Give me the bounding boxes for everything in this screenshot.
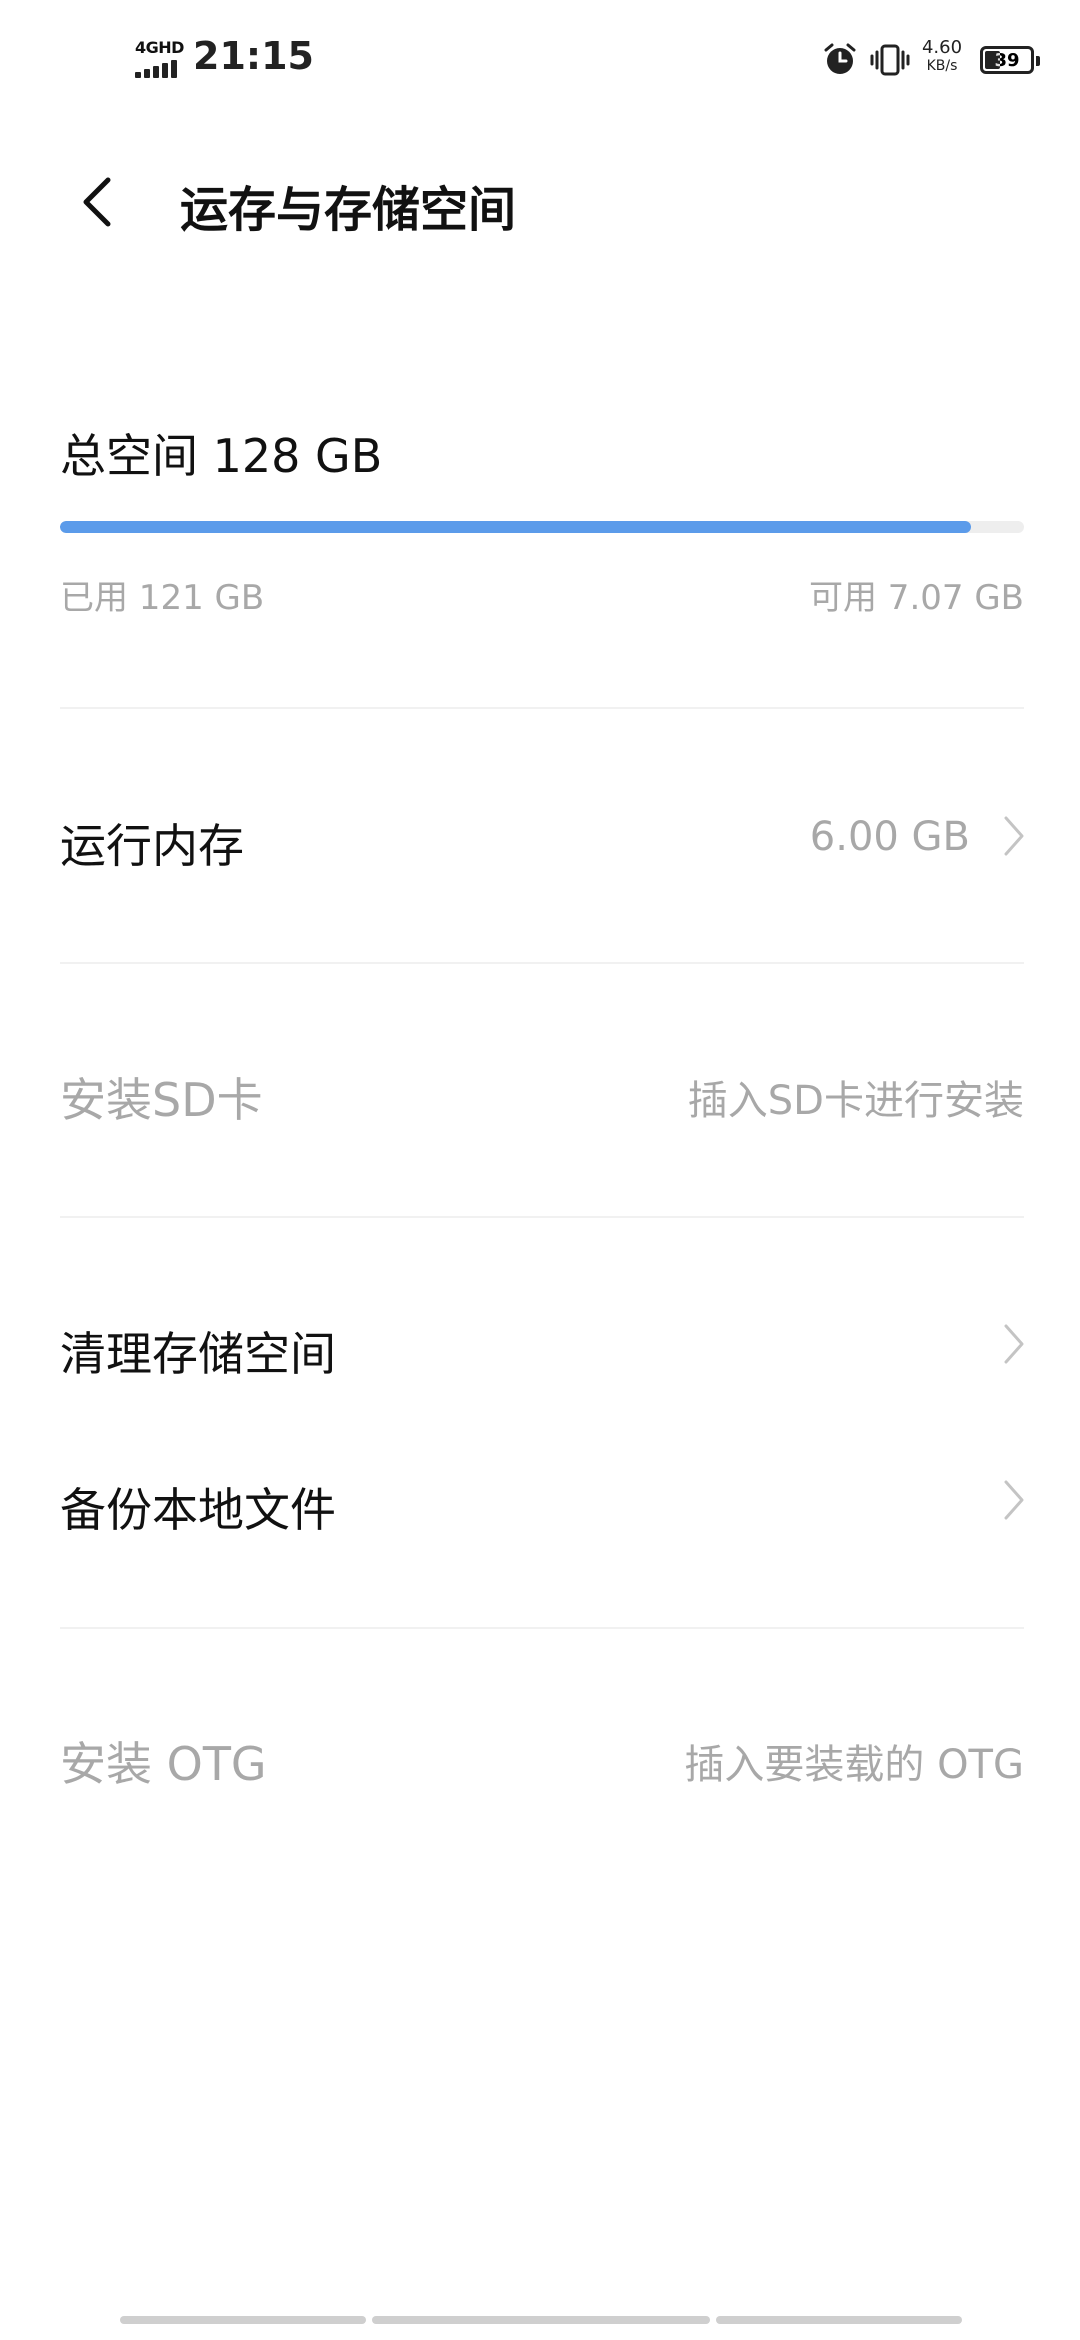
- install-sd-card-hint: 插入SD卡进行安装: [687, 1078, 1024, 1124]
- ram-label: 运行内存: [60, 819, 244, 873]
- nav-segment-right[interactable]: [716, 2316, 962, 2324]
- total-storage-label: 总空间 128 GB: [60, 429, 383, 483]
- backup-local-files-row[interactable]: 备份本地文件: [0, 1446, 1080, 1556]
- alarm-icon: [824, 43, 856, 74]
- signal-bars: [135, 60, 187, 78]
- nav-segment-center[interactable]: [372, 2316, 710, 2324]
- install-sd-card-row: 安装SD卡 插入SD卡进行安装: [0, 1036, 1080, 1146]
- network-speed-unit: KB/s: [926, 58, 958, 74]
- vibrate-icon: [870, 44, 910, 76]
- page-title: 运存与存储空间: [180, 182, 517, 238]
- chevron-right-icon: [1004, 1324, 1024, 1364]
- network-type-label: 4GHD: [135, 38, 184, 57]
- backup-local-files-label: 备份本地文件: [60, 1483, 336, 1537]
- install-otg-label: 安装 OTG: [60, 1737, 267, 1791]
- nav-segment-left[interactable]: [120, 2316, 366, 2324]
- navigation-bar: [0, 2310, 1080, 2340]
- header: 运存与存储空间: [0, 140, 1080, 260]
- storage-progress-fill: [60, 521, 971, 533]
- divider: [60, 707, 1024, 709]
- status-bar: 4GHD 21:15 4.60 KB/s 39: [0, 0, 1080, 120]
- signal-icon: 4GHD: [135, 38, 187, 80]
- status-time: 21:15: [193, 34, 314, 78]
- battery-tip: [1036, 56, 1040, 66]
- chevron-right-icon: [1004, 816, 1024, 856]
- network-speed-value: 4.60: [921, 37, 963, 58]
- divider: [60, 962, 1024, 964]
- storage-progress-bar: [60, 521, 1024, 533]
- ram-value: 6.00 GB: [809, 814, 970, 860]
- available-storage-label: 可用 7.07 GB: [809, 578, 1024, 618]
- divider: [60, 1216, 1024, 1218]
- used-storage-label: 已用 121 GB: [60, 578, 265, 618]
- install-otg-row: 安装 OTG 插入要装载的 OTG: [0, 1700, 1080, 1810]
- clean-storage-label: 清理存储空间: [60, 1327, 336, 1381]
- chevron-right-icon: [1004, 1480, 1024, 1520]
- battery-icon: 39: [980, 46, 1040, 74]
- ram-row[interactable]: 运行内存 6.00 GB: [0, 782, 1080, 892]
- install-otg-hint: 插入要装载的 OTG: [684, 1742, 1024, 1788]
- divider: [60, 1627, 1024, 1629]
- install-sd-card-label: 安装SD卡: [60, 1073, 263, 1127]
- network-speed: 4.60 KB/s: [918, 37, 966, 75]
- chevron-left-icon[interactable]: [70, 170, 130, 234]
- clean-storage-row[interactable]: 清理存储空间: [0, 1290, 1080, 1400]
- battery-level: 39: [994, 50, 1020, 71]
